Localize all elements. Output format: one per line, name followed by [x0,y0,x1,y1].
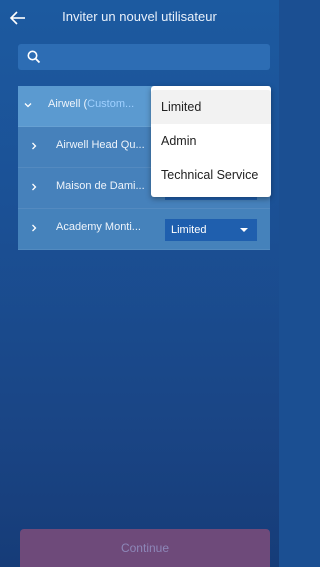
chevron-down-icon[interactable] [22,99,34,111]
company-name: Airwell Head Qu... [56,139,145,151]
dropdown-option-technical-service[interactable]: Technical Service [151,158,271,192]
search-icon [27,50,41,64]
parent-company-name: Airwell ( [48,98,88,110]
dropdown-option-admin[interactable]: Admin [151,124,271,158]
chevron-right-icon[interactable] [28,181,40,193]
continue-button[interactable]: Continue [20,529,270,567]
chevron-right-icon[interactable] [28,222,40,234]
page-title: Inviter un nouvel utilisateur [62,9,217,24]
customer-badge: Custom... [87,98,135,110]
list-item[interactable]: Academy Monti... Limited [18,209,270,250]
dropdown-option-limited[interactable]: Limited [151,90,271,124]
company-name: Maison de Dami... [56,180,145,192]
role-value: Limited [171,224,207,236]
role-dropdown-menu: Limited Admin Technical Service [151,86,271,197]
top-bar: Inviter un nouvel utilisateur [0,0,279,38]
search-bar[interactable] [18,44,270,70]
caret-down-icon [240,228,248,232]
company-name: Academy Monti... [56,221,141,233]
parent-company-label: Airwell (Custom... [48,98,163,110]
chevron-right-icon[interactable] [28,140,40,152]
role-select[interactable]: Limited [165,219,257,241]
search-input[interactable] [48,47,267,69]
